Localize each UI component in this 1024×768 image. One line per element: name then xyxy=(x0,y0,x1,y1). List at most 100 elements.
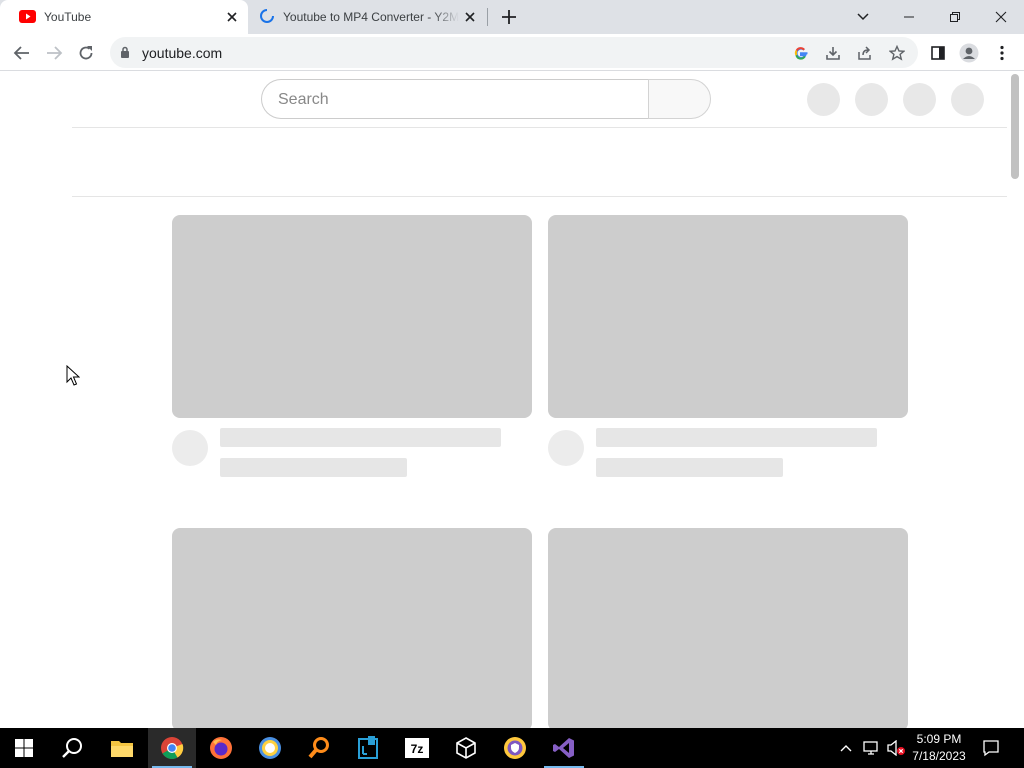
restore-button[interactable] xyxy=(932,0,978,34)
share-button[interactable] xyxy=(856,44,874,62)
back-arrow-icon xyxy=(13,46,29,60)
share-icon xyxy=(858,46,871,60)
network-button[interactable] xyxy=(860,728,882,768)
google-g-icon xyxy=(794,47,808,60)
back-button[interactable] xyxy=(11,42,33,64)
video-thumbnail-placeholder[interactable] xyxy=(172,528,532,728)
start-button[interactable] xyxy=(0,728,48,768)
restore-icon xyxy=(950,12,960,22)
bookmark-button[interactable] xyxy=(888,44,906,62)
header-icon-placeholder[interactable] xyxy=(903,83,936,116)
profile-button[interactable] xyxy=(958,42,980,64)
install-app-button[interactable] xyxy=(824,44,842,62)
close-tab-icon[interactable] xyxy=(462,9,478,25)
shield-app-button[interactable] xyxy=(491,728,539,768)
7zip-icon: 7z xyxy=(405,738,429,758)
scrollbar-thumb[interactable] xyxy=(1011,74,1019,179)
network-icon xyxy=(863,741,878,755)
star-icon xyxy=(889,45,905,61)
mouse-cursor-icon xyxy=(66,365,80,386)
video-thumbnail-placeholder[interactable] xyxy=(172,215,532,418)
tab-y2mate[interactable]: Youtube to MP4 Converter - Y2Mate xyxy=(250,0,488,34)
header-divider xyxy=(72,127,1007,128)
more-vertical-icon xyxy=(1000,45,1004,61)
search-placeholder: Search xyxy=(278,91,329,108)
tab-search-button[interactable] xyxy=(840,0,886,34)
google-lens-button[interactable] xyxy=(792,44,810,62)
close-window-button[interactable] xyxy=(978,0,1024,34)
3d-box-icon xyxy=(456,737,476,759)
channel-avatar-placeholder xyxy=(172,430,208,466)
browser-toolbar: youtube.com xyxy=(0,34,1024,71)
reload-button[interactable] xyxy=(75,42,97,64)
system-clock[interactable]: 5:09 PM 7/18/2023 xyxy=(906,731,972,765)
magnifier-app-icon xyxy=(308,737,329,759)
minimize-icon xyxy=(904,16,914,18)
svg-text:7z: 7z xyxy=(411,742,424,756)
clock-time: 5:09 PM xyxy=(916,732,962,746)
chrome-icon xyxy=(161,737,184,759)
notification-icon xyxy=(983,740,999,757)
tab-youtube[interactable]: YouTube xyxy=(0,0,248,34)
taskbar-search-button[interactable] xyxy=(48,728,96,768)
video-thumbnail-placeholder[interactable] xyxy=(548,528,908,728)
volume-button[interactable] xyxy=(884,728,908,768)
visual-studio-button[interactable] xyxy=(540,728,588,768)
tab-divider xyxy=(487,8,488,26)
youtube-search-input[interactable]: Search xyxy=(261,79,649,119)
video-title-placeholder xyxy=(596,428,877,447)
download-icon xyxy=(826,47,840,60)
minimize-button[interactable] xyxy=(886,0,932,34)
search-app-button[interactable] xyxy=(295,728,343,768)
new-tab-icon[interactable] xyxy=(499,7,519,27)
shield-app-icon xyxy=(504,737,526,759)
close-tab-icon[interactable] xyxy=(224,9,240,25)
chevron-up-icon xyxy=(840,745,852,752)
youtube-search-button[interactable] xyxy=(648,79,711,119)
action-center-button[interactable] xyxy=(978,728,1004,768)
video-thumbnail-placeholder[interactable] xyxy=(548,215,908,418)
lock-icon[interactable] xyxy=(120,46,130,59)
menu-button[interactable] xyxy=(991,42,1013,64)
windows-taskbar: 7z 5:09 PM 7/18/2023 xyxy=(0,728,1024,768)
channel-avatar-placeholder xyxy=(548,430,584,466)
firefox-icon xyxy=(210,737,232,759)
editor-app-button[interactable] xyxy=(344,728,392,768)
side-panel-icon xyxy=(931,46,945,60)
tab-title: YouTube xyxy=(44,10,92,24)
search-icon xyxy=(62,738,82,758)
side-panel-button[interactable] xyxy=(927,42,949,64)
browser-app-button[interactable] xyxy=(246,728,294,768)
volume-muted-icon xyxy=(887,740,905,756)
windows-start-icon xyxy=(15,739,33,757)
loading-spinner-icon xyxy=(260,9,274,23)
visual-studio-icon xyxy=(553,738,574,758)
file-explorer-button[interactable] xyxy=(98,728,146,768)
chips-divider xyxy=(72,196,1007,197)
7zip-button[interactable]: 7z xyxy=(393,728,441,768)
header-icon-placeholder[interactable] xyxy=(951,83,984,116)
tab-strip: YouTube Youtube to MP4 Converter - Y2Mat… xyxy=(0,0,1024,34)
video-title-placeholder xyxy=(220,428,501,447)
profile-icon xyxy=(959,43,979,63)
address-bar[interactable]: youtube.com xyxy=(110,37,918,68)
youtube-icon xyxy=(19,10,36,23)
close-icon xyxy=(995,11,1007,23)
vscode-like-icon xyxy=(358,736,378,759)
show-hidden-icons-button[interactable] xyxy=(836,728,856,768)
3d-app-button[interactable] xyxy=(442,728,490,768)
clock-date: 7/18/2023 xyxy=(912,749,966,763)
chrome-button[interactable] xyxy=(148,728,196,768)
page-content: Search xyxy=(0,72,1024,728)
file-explorer-icon xyxy=(111,741,133,757)
header-icon-placeholder[interactable] xyxy=(807,83,840,116)
header-icon-placeholder[interactable] xyxy=(855,83,888,116)
forward-arrow-icon xyxy=(47,46,63,60)
address-text[interactable]: youtube.com xyxy=(142,45,222,61)
firefox-button[interactable] xyxy=(197,728,245,768)
video-meta-placeholder xyxy=(596,458,783,477)
brave-like-icon xyxy=(259,737,281,759)
chevron-down-icon xyxy=(857,13,869,21)
reload-icon xyxy=(79,46,93,60)
forward-button[interactable] xyxy=(43,42,65,64)
